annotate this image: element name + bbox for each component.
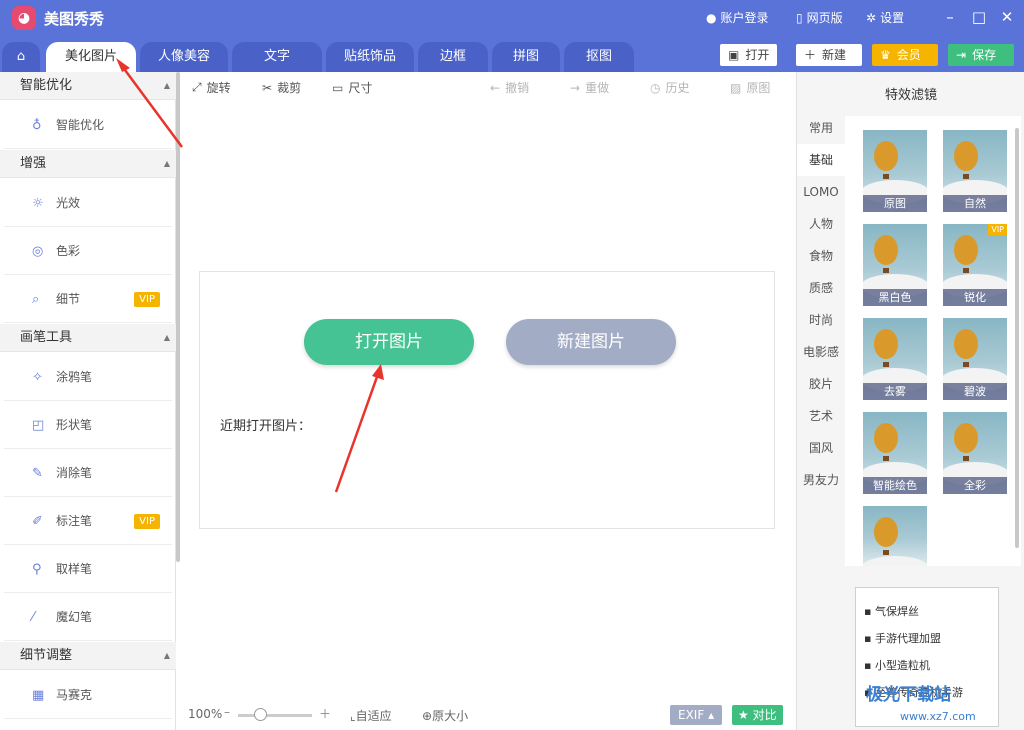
zoom-out-button[interactable]: – (224, 705, 230, 719)
watermark-url: www.xz7.com (900, 710, 976, 723)
filter-category[interactable]: LOMO (797, 176, 845, 208)
compare-button[interactable]: ★ 对比 (732, 705, 783, 725)
exif-button[interactable]: EXIF ▴ (670, 705, 723, 725)
filter-thumbnail[interactable]: 自然 (943, 130, 1007, 212)
ad-link[interactable]: ▪ 小型造粒机 (864, 656, 930, 676)
zoom-slider-handle[interactable] (254, 708, 267, 721)
filter-category[interactable]: 时尚 (797, 304, 845, 336)
ad-link[interactable]: ▪ 气保焊丝 (864, 602, 919, 622)
annotation-arrow-open (334, 373, 380, 493)
vip-badge: VIP (988, 224, 1007, 235)
ad-box: ▪ 气保焊丝 ▪ 手游代理加盟 ▪ 小型造粒机 ▪ 至尊传奇挂机手游 (855, 587, 999, 727)
filter-category[interactable]: 人物 (797, 208, 845, 240)
filter-scrollbar[interactable] (1015, 128, 1019, 548)
compare-icon: ★ (738, 708, 749, 722)
filter-category[interactable]: 常用 (797, 112, 845, 144)
actual-size-button[interactable]: ⊕原大小 (422, 707, 468, 724)
filter-thumbnail[interactable]: 全彩 (943, 412, 1007, 494)
fit-button[interactable]: ⌞自适应 (350, 707, 392, 724)
filter-thumbnail[interactable]: 原图 (863, 130, 927, 212)
filter-category-active[interactable]: 基础 (797, 144, 845, 176)
ad-link[interactable]: ▪ 手游代理加盟 (864, 629, 941, 649)
balloon-image (863, 517, 927, 566)
filter-category[interactable]: 艺术 (797, 400, 845, 432)
status-bar: 100% – ＋ ⌞自适应 ⊕原大小 EXIF ▴ ★ 对比 (180, 700, 794, 730)
filter-thumbnail[interactable]: VIP 锐化 (943, 224, 1007, 306)
filter-category[interactable]: 电影感 (797, 336, 845, 368)
zoom-value: 100% (188, 707, 223, 721)
filter-thumbnail[interactable]: 智能绘色 (863, 412, 927, 494)
filter-thumbnail[interactable]: 黑白色 (863, 224, 927, 306)
annotation-arrowhead-tab (116, 58, 130, 72)
zoom-in-button[interactable]: ＋ (319, 705, 331, 722)
caret-up-icon: ▴ (708, 708, 715, 722)
filter-category[interactable]: 男友力 (797, 464, 845, 496)
filter-thumbnails: 原图 自然 黑白色 VIP 锐化 去雾 碧波 智能绘色 全彩 (845, 116, 1021, 566)
filter-thumbnail[interactable]: 去雾 (863, 318, 927, 400)
zoom-icon: ⊕ (422, 709, 433, 723)
watermark: 极光下载站 (866, 685, 951, 705)
filter-category[interactable]: 胶片 (797, 368, 845, 400)
filter-category[interactable]: 食物 (797, 240, 845, 272)
zoom-slider[interactable] (238, 714, 312, 717)
filter-panel-title: 特效滤镜 (884, 88, 937, 103)
filter-thumbnail[interactable] (863, 506, 927, 566)
filter-thumbnail[interactable]: 碧波 (943, 318, 1007, 400)
filter-panel: 特效滤镜 常用 基础 LOMO 人物 食物 质感 时尚 电影感 胶片 艺术 国风… (796, 72, 1024, 730)
filter-category[interactable]: 国风 (797, 432, 845, 464)
annotation-arrow-tab (120, 65, 184, 148)
annotation-arrowhead-open (372, 364, 384, 380)
filter-category[interactable]: 质感 (797, 272, 845, 304)
